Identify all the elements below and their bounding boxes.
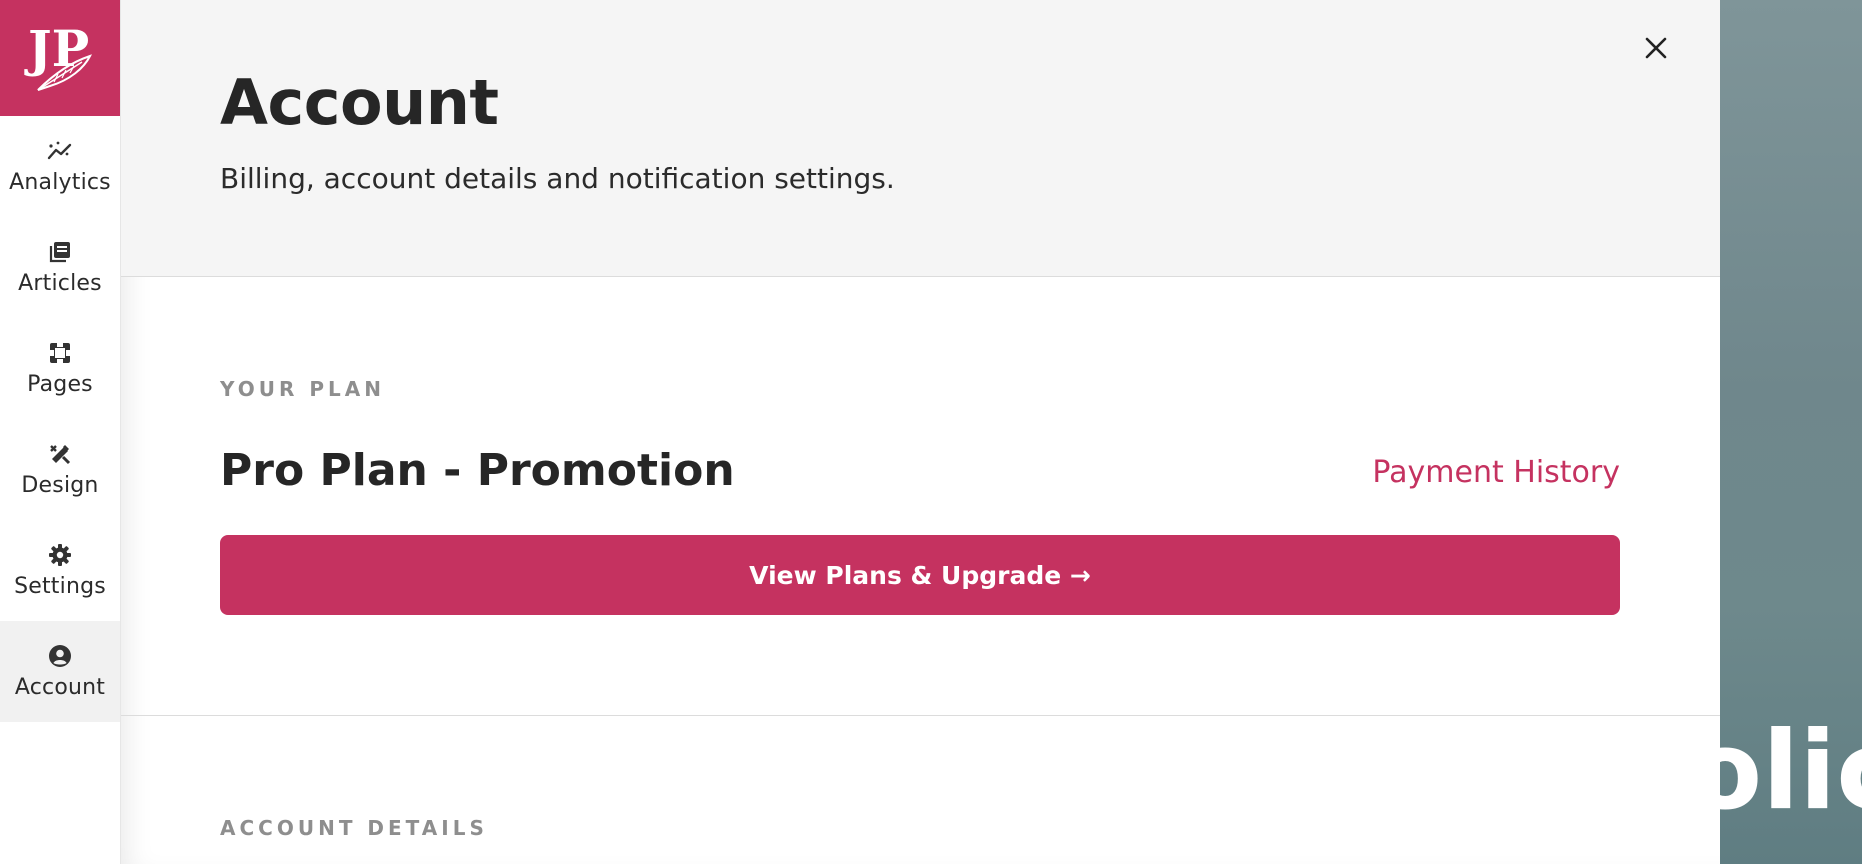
sidebar-item-settings[interactable]: Settings xyxy=(0,520,120,621)
sidebar-item-label: Settings xyxy=(14,574,106,599)
sidebar-item-label: Articles xyxy=(18,271,102,296)
analytics-icon xyxy=(47,138,73,164)
sidebar-item-label: Design xyxy=(21,473,99,498)
close-icon xyxy=(1645,37,1667,59)
sidebar: JP Analytics Articles Pages Design Setti… xyxy=(0,0,121,864)
design-icon xyxy=(47,441,73,467)
logo[interactable]: JP xyxy=(0,0,120,116)
panel-header: Account Billing, account details and not… xyxy=(120,0,1720,277)
account-icon xyxy=(47,643,73,669)
view-plans-upgrade-button[interactable]: View Plans & Upgrade → xyxy=(220,535,1620,615)
section-label: ACCOUNT DETAILS xyxy=(220,816,488,840)
sidebar-item-design[interactable]: Design xyxy=(0,419,120,520)
sidebar-item-articles[interactable]: Articles xyxy=(0,217,120,318)
payment-history-link[interactable]: Payment History xyxy=(1372,455,1620,490)
sidebar-item-pages[interactable]: Pages xyxy=(0,318,120,419)
sidebar-item-account[interactable]: Account xyxy=(0,621,120,722)
plan-name: Pro Plan - Promotion xyxy=(220,445,735,496)
section-label: YOUR PLAN xyxy=(220,377,385,401)
background-page: olic xyxy=(1720,0,1862,864)
sidebar-item-label: Pages xyxy=(27,372,93,397)
pages-icon xyxy=(47,340,73,366)
articles-icon xyxy=(47,239,73,265)
sidebar-item-analytics[interactable]: Analytics xyxy=(0,116,120,217)
logo-mark: JP xyxy=(24,19,92,91)
sidebar-item-label: Account xyxy=(14,675,106,700)
page-title: Account xyxy=(220,66,499,139)
plan-section: YOUR PLAN Pro Plan - Promotion Payment H… xyxy=(120,277,1720,716)
app-root: JP Analytics Articles Pages Design Setti… xyxy=(0,0,1862,864)
gear-icon xyxy=(47,542,73,568)
account-panel: Account Billing, account details and not… xyxy=(120,0,1720,864)
close-button[interactable] xyxy=(1636,28,1676,68)
account-details-section: ACCOUNT DETAILS xyxy=(120,716,1720,864)
background-text: olic xyxy=(1720,709,1862,834)
page-subtitle: Billing, account details and notificatio… xyxy=(220,162,895,195)
sidebar-item-label: Analytics xyxy=(9,170,111,195)
